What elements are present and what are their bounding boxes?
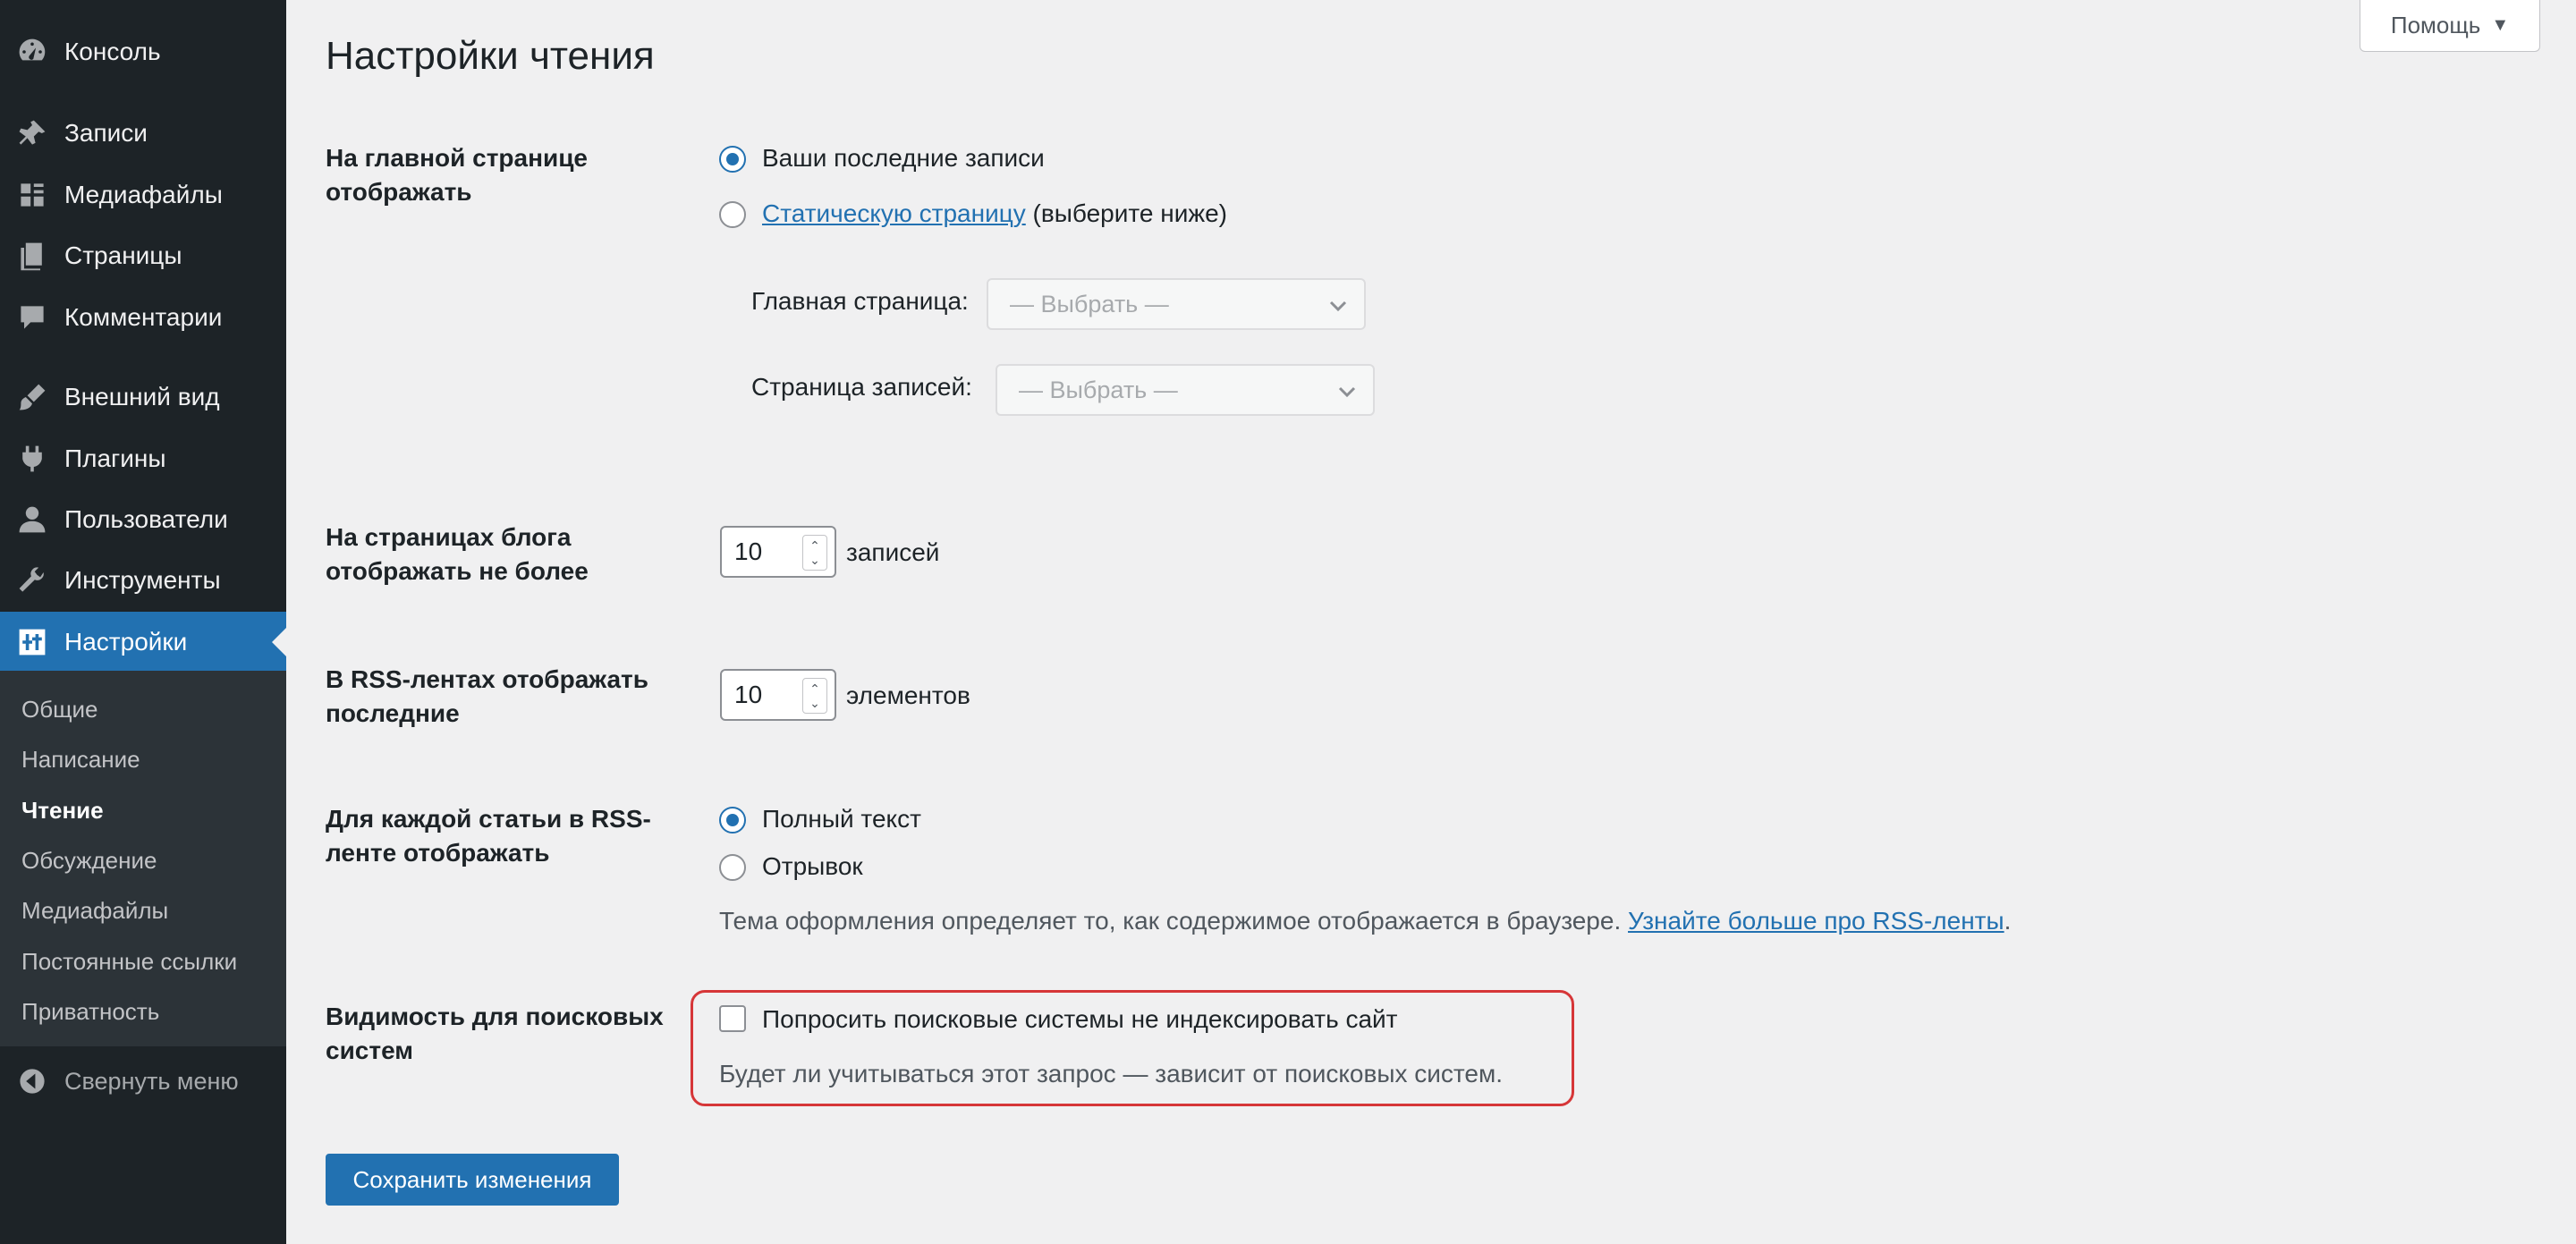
- posts-per-page-unit: записей: [846, 538, 940, 566]
- rss-link-suffix: .: [2004, 907, 2012, 935]
- sidebar-item-posts[interactable]: Записи: [0, 103, 286, 164]
- page-title: Настройки чтения: [326, 34, 655, 78]
- paintbrush-icon: [16, 381, 48, 413]
- submenu-item-discussion[interactable]: Обсуждение: [21, 847, 157, 875]
- radio-static-page[interactable]: [719, 201, 746, 228]
- posts-page-label: Страница записей:: [751, 373, 972, 401]
- pages-icon: [16, 240, 48, 272]
- sidebar-item-label: Страницы: [64, 241, 182, 269]
- rss-items-value: 10: [734, 681, 763, 708]
- static-page-link[interactable]: Статическую страницу: [762, 199, 1026, 227]
- media-icon: [16, 179, 48, 211]
- sidebar-item-settings[interactable]: Настройки: [0, 612, 286, 673]
- posts-page-select-value: — Выбрать —: [1019, 376, 1178, 403]
- settings-icon: [16, 626, 48, 658]
- sidebar-item-label: Настройки: [64, 628, 188, 656]
- posts-per-page-input[interactable]: 10 ⌃ ⌄: [720, 526, 836, 578]
- rss-items-label: В RSS-лентах отображать последние: [326, 665, 648, 727]
- rss-content-label: Для каждой статьи в RSS-ленте отображать: [326, 805, 651, 867]
- sidebar-item-label: Плагины: [64, 444, 166, 472]
- radio-latest-posts-label: Ваши последние записи: [762, 144, 1045, 172]
- sidebar-item-media[interactable]: Медиафайлы: [0, 165, 286, 225]
- number-stepper[interactable]: ⌃ ⌄: [802, 535, 827, 571]
- wrench-icon: [16, 564, 48, 597]
- homepage-select[interactable]: — Выбрать —: [987, 278, 1366, 330]
- sidebar-item-label: Инструменты: [64, 566, 221, 594]
- static-page-suffix: (выберите ниже): [1032, 199, 1227, 227]
- sidebar-item-users[interactable]: Пользователи: [0, 489, 286, 550]
- submenu-item-permalinks[interactable]: Постоянные ссылки: [21, 948, 237, 976]
- plugin-icon: [16, 443, 48, 475]
- submenu-item-reading[interactable]: Чтение: [21, 797, 104, 825]
- chevron-down-icon: [1328, 294, 1348, 314]
- sidebar-item-plugins[interactable]: Плагины: [0, 428, 286, 489]
- sidebar-item-pages[interactable]: Страницы: [0, 225, 286, 286]
- radio-excerpt[interactable]: [719, 854, 746, 881]
- sidebar-item-tools[interactable]: Инструменты: [0, 550, 286, 611]
- dashboard-icon: [16, 36, 48, 68]
- rss-description: Тема оформления определяет то, как содер…: [719, 907, 2011, 935]
- radio-latest-posts[interactable]: [719, 146, 746, 173]
- sidebar-item-label: Медиафайлы: [64, 181, 223, 208]
- chevron-down-icon: [1337, 380, 1357, 400]
- rss-items-input[interactable]: 10 ⌃ ⌄: [720, 669, 836, 721]
- radio-excerpt-label: Отрывок: [762, 852, 863, 880]
- posts-per-page-value: 10: [734, 537, 763, 565]
- stepper-down-icon: ⌄: [809, 553, 820, 567]
- front-page-label: На главной странице отображать: [326, 144, 588, 206]
- sidebar-item-label: Консоль: [64, 38, 161, 65]
- homepage-label: Главная страница:: [751, 287, 969, 315]
- stepper-up-icon: ⌃: [809, 538, 820, 553]
- caret-down-icon: ▼: [2491, 15, 2510, 35]
- stepper-up-icon: ⌃: [809, 681, 820, 696]
- rss-learn-more-link[interactable]: Узнайте больше про RSS-ленты: [1628, 907, 2004, 935]
- sidebar-item-label: Пользователи: [64, 505, 228, 533]
- sidebar-item-dashboard[interactable]: Консоль: [0, 21, 286, 82]
- submenu-item-writing[interactable]: Написание: [21, 746, 140, 774]
- search-visibility-description: Будет ли учитываться этот запрос — завис…: [719, 1060, 1504, 1087]
- sidebar-item-appearance[interactable]: Внешний вид: [0, 367, 286, 427]
- pin-icon: [16, 117, 48, 149]
- admin-sidebar: Консоль Записи Медиафайлы Страницы Комме: [0, 0, 286, 1244]
- comments-icon: [16, 301, 48, 334]
- sidebar-item-label: Комментарии: [64, 303, 223, 331]
- user-icon: [16, 504, 48, 536]
- posts-per-page-label: На страницах блога отображать не более: [326, 523, 589, 585]
- search-visibility-label: Видимость для поисковых систем: [326, 1003, 664, 1064]
- submenu-item-media[interactable]: Медиафайлы: [21, 897, 168, 925]
- homepage-select-value: — Выбрать —: [1010, 290, 1169, 317]
- help-button[interactable]: Помощь ▼: [2360, 0, 2540, 52]
- collapse-menu-label: Свернуть меню: [64, 1067, 239, 1095]
- sidebar-item-label: Внешний вид: [64, 383, 220, 410]
- posts-page-select[interactable]: — Выбрать —: [996, 364, 1375, 416]
- app-window: Консоль Записи Медиафайлы Страницы Комме: [0, 0, 2576, 1244]
- discourage-search-checkbox[interactable]: [719, 1005, 746, 1032]
- rss-items-unit: элементов: [846, 681, 970, 709]
- save-changes-button[interactable]: Сохранить изменения: [326, 1154, 619, 1206]
- radio-full-text[interactable]: [719, 807, 746, 834]
- sidebar-item-comments[interactable]: Комментарии: [0, 287, 286, 348]
- collapse-arrow-icon: [16, 1065, 48, 1097]
- discourage-search-label: Попросить поисковые системы не индексиро…: [762, 1005, 1398, 1033]
- submenu-item-general[interactable]: Общие: [21, 696, 98, 724]
- settings-submenu: Общие Написание Чтение Обсуждение Медиаф…: [0, 671, 286, 1046]
- submenu-item-privacy[interactable]: Приватность: [21, 998, 159, 1026]
- rss-description-text: Тема оформления определяет то, как содер…: [719, 907, 1622, 935]
- stepper-down-icon: ⌄: [809, 696, 820, 710]
- radio-static-page-label: Статическую страницу (выберите ниже): [762, 199, 1227, 228]
- sidebar-item-label: Записи: [64, 119, 148, 147]
- help-button-label: Помощь: [2390, 12, 2481, 38]
- collapse-menu-button[interactable]: Свернуть меню: [0, 1051, 286, 1112]
- number-stepper[interactable]: ⌃ ⌄: [802, 678, 827, 714]
- radio-full-text-label: Полный текст: [762, 805, 921, 833]
